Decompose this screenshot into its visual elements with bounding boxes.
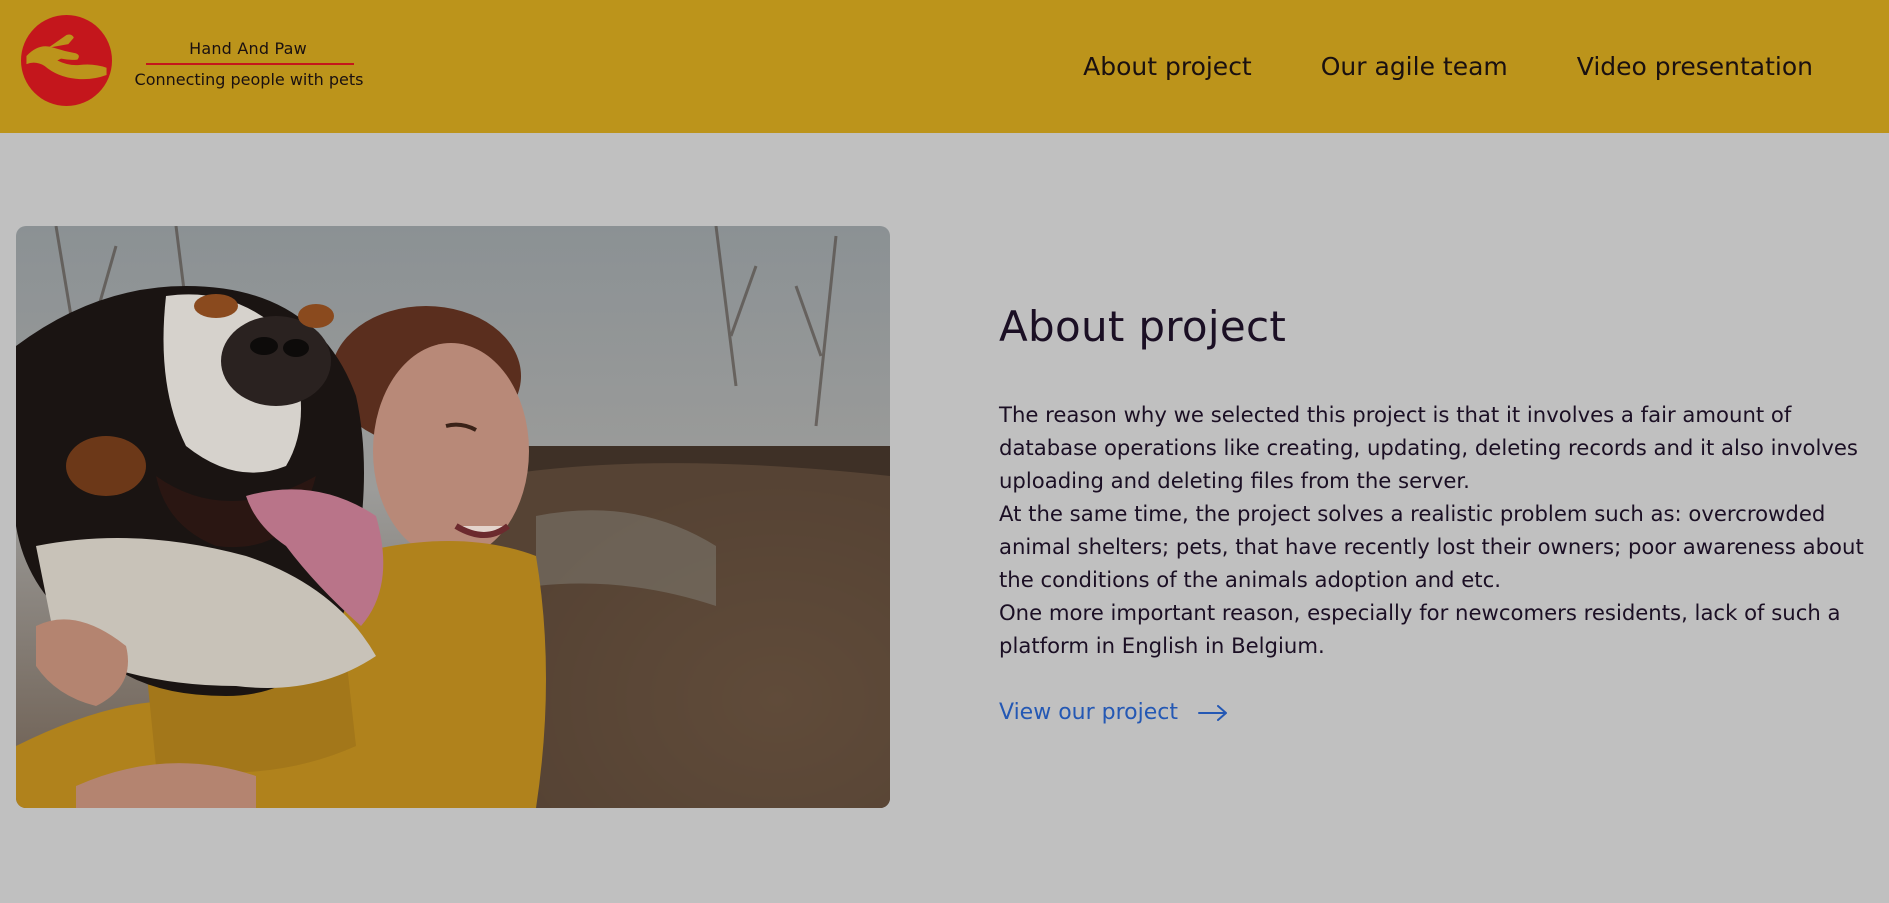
brand-title: Hand And Paw	[189, 39, 307, 58]
hand-and-paw-logo[interactable]	[21, 15, 112, 106]
site-header: Hand And Paw Connecting people with pets…	[0, 0, 1889, 133]
nav-about-project[interactable]: About project	[1083, 52, 1252, 81]
brand-divider	[146, 63, 354, 65]
description-paragraph: The reason why we selected this project …	[999, 402, 1858, 493]
description-paragraph: At the same time, the project solves a r…	[999, 501, 1864, 592]
main-nav: About project Our agile team Video prese…	[1083, 52, 1813, 81]
woman-hugging-dog-photo	[16, 226, 890, 808]
description-paragraph: One more important reason, especially fo…	[999, 600, 1841, 658]
view-project-label: View our project	[999, 700, 1178, 725]
brand-tagline: Connecting people with pets	[134, 70, 364, 89]
project-description: The reason why we selected this project …	[999, 398, 1879, 662]
nav-video-presentation[interactable]: Video presentation	[1577, 52, 1813, 81]
arrow-right-icon	[1198, 704, 1227, 721]
nav-our-agile-team[interactable]: Our agile team	[1321, 52, 1508, 81]
hero-photo-illustration	[16, 226, 890, 808]
section-title: About project	[999, 302, 1287, 351]
view-project-link[interactable]: View our project	[999, 700, 1228, 725]
